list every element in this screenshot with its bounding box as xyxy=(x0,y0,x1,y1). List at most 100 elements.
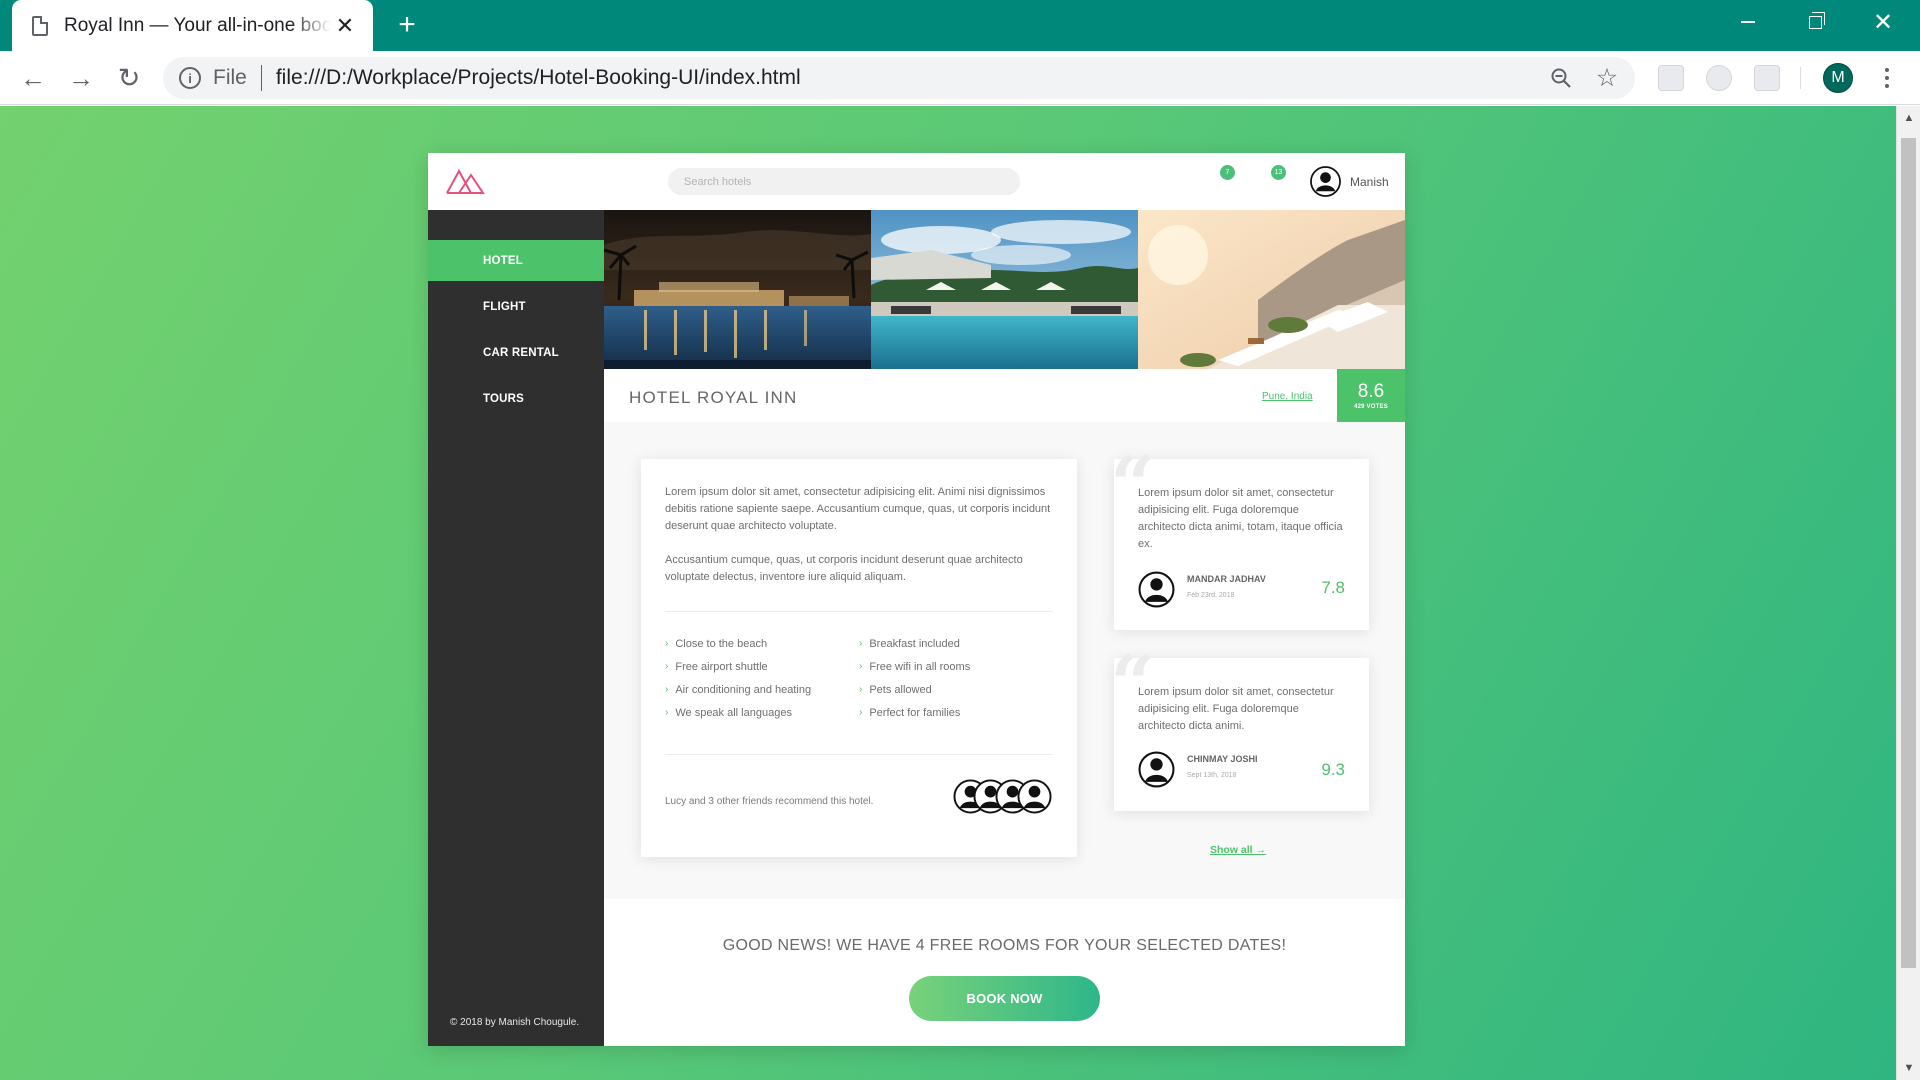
chevron-right-icon: › xyxy=(859,707,863,718)
site-info-icon[interactable]: i xyxy=(179,67,201,89)
search-hotels-input[interactable] xyxy=(668,168,1020,195)
rating-votes: 429 VOTES xyxy=(1354,403,1388,410)
divider xyxy=(665,611,1053,612)
review-text: Lorem ipsum dolor sit amet, consectetur … xyxy=(1138,686,1334,732)
scrollbar-thumb[interactable] xyxy=(1901,138,1916,968)
address-bar[interactable]: i File file:///D:/Workplace/Projects/Hot… xyxy=(163,57,1635,99)
forward-arrow-icon[interactable]: → xyxy=(64,61,98,95)
reviewer-avatar-icon[interactable] xyxy=(1138,751,1175,788)
menu-dot xyxy=(1885,76,1889,80)
extension-icon[interactable] xyxy=(1754,65,1780,91)
user-avatar-icon[interactable] xyxy=(1310,166,1341,197)
amenity-item: › We speak all languages xyxy=(665,704,859,721)
chevron-right-icon: › xyxy=(859,638,863,649)
review-score: 9.3 xyxy=(1321,760,1345,779)
browser-menu-icon[interactable] xyxy=(1872,63,1902,93)
amenities-list: › Close to the beach › Breakfast included … xyxy=(665,635,1053,721)
scroll-down-arrow-icon[interactable]: ▼ xyxy=(1897,1058,1920,1078)
sidebar-item-hotel[interactable]: HOTEL xyxy=(428,240,604,281)
new-tab-button[interactable]: + xyxy=(390,8,424,42)
friends-recommendation-text: Lucy and 3 other friends recommend this … xyxy=(665,796,874,807)
url-text[interactable]: file:///D:/Workplace/Projects/Hotel-Book… xyxy=(276,66,1543,90)
scroll-up-arrow-icon[interactable]: ▲ xyxy=(1897,108,1920,128)
back-arrow-icon[interactable]: ← xyxy=(16,61,50,95)
reviewer-avatar-icon[interactable] xyxy=(1138,571,1175,608)
hotel-photo-cliffside[interactable] xyxy=(1138,210,1405,369)
reviewer-name: MANDAR JADHAV xyxy=(1187,574,1266,584)
message-badge[interactable]: 13 xyxy=(1271,165,1286,180)
main-content: HOTEL ROYAL INN Pune, India 8.6 429 VOTE… xyxy=(604,210,1405,1046)
photo-gallery xyxy=(604,210,1405,369)
close-tab-icon[interactable]: ✕ xyxy=(331,12,359,40)
amenity-item: › Close to the beach xyxy=(665,635,859,652)
page-icon xyxy=(32,15,48,36)
restore-window-button[interactable] xyxy=(1782,0,1848,44)
hotel-photo-day-pool[interactable] xyxy=(871,210,1138,369)
browser-toolbar: ← → ↻ i File file:///D:/Workplace/Projec… xyxy=(0,51,1920,105)
amenity-label: Breakfast included xyxy=(869,637,960,650)
hotel-photo-night-pool[interactable] xyxy=(604,210,871,369)
amenity-item: › Pets allowed xyxy=(859,681,1053,698)
amenity-item: › Breakfast included xyxy=(859,635,1053,652)
sidebar-item-car-rental[interactable]: CAR RENTAL xyxy=(428,332,604,373)
copyright-text: © 2018 by Manish Chougule. xyxy=(450,1017,580,1028)
amenity-label: Air conditioning and heating xyxy=(675,683,812,696)
minimize-window-button[interactable] xyxy=(1715,0,1781,44)
zoom-out-magnifier-icon xyxy=(1551,68,1571,88)
browser-tab[interactable]: Royal Inn — Your all-in-one booking ✕ xyxy=(12,0,373,51)
user-name[interactable]: Manish xyxy=(1350,175,1389,189)
hotel-title-bar: HOTEL ROYAL INN Pune, India 8.6 429 VOTE… xyxy=(604,369,1405,422)
friends-avatars[interactable] xyxy=(953,779,1053,815)
minimize-icon xyxy=(1741,21,1755,23)
amenity-label: Perfect for families xyxy=(869,706,961,719)
reload-icon[interactable]: ↻ xyxy=(112,61,146,95)
notification-badge[interactable]: 7 xyxy=(1220,165,1235,180)
book-now-button[interactable]: BOOK NOW xyxy=(909,976,1100,1021)
toolbar-divider xyxy=(1800,67,1801,89)
amenity-label: Pets allowed xyxy=(869,683,932,696)
sidebar-item-flight[interactable]: FLIGHT xyxy=(428,286,604,327)
browser-title-bar: Royal Inn — Your all-in-one booking ✕ + … xyxy=(0,0,1920,51)
address-divider xyxy=(260,65,262,91)
day-pool-image xyxy=(871,210,1138,369)
bookmark-star-icon[interactable]: ☆ xyxy=(1589,60,1625,96)
chevron-right-icon: › xyxy=(665,638,669,649)
menu-dot xyxy=(1885,68,1889,72)
extension-icon[interactable] xyxy=(1706,65,1732,91)
hotel-name: HOTEL ROYAL INN xyxy=(629,388,798,407)
review-card: “ Lorem ipsum dolor sit amet, consectetu… xyxy=(1110,646,1369,811)
availability-message: GOOD NEWS! WE HAVE 4 FREE ROOMS FOR YOUR… xyxy=(722,937,1287,954)
rating-score: 8.6 xyxy=(1357,380,1385,402)
amenity-item: › Air conditioning and heating xyxy=(665,681,859,698)
profile-avatar-button[interactable]: M xyxy=(1823,63,1853,93)
reviewer-name: CHINMAY JOSHI xyxy=(1187,754,1258,764)
friend-avatar-icon[interactable] xyxy=(1017,779,1052,814)
review-card: “ Lorem ipsum dolor sit amet, consectetu… xyxy=(1110,447,1369,630)
close-window-button[interactable]: ✕ xyxy=(1850,0,1916,44)
scheme-label: File xyxy=(213,66,247,89)
page-viewport: 7 13 Manish HOTEL FLIGHT CAR RENTAL TOUR… xyxy=(0,106,1896,1080)
review-date: Sept 13th, 2018 xyxy=(1187,772,1237,779)
hotel-description-card: Lorem ipsum dolor sit amet, consectetur … xyxy=(641,459,1077,857)
page-scrollbar[interactable]: ▲ ▼ xyxy=(1896,106,1920,1080)
tab-title: Royal Inn — Your all-in-one booking xyxy=(64,14,331,36)
cliffside-terrace-image xyxy=(1138,210,1405,369)
sidebar: HOTEL FLIGHT CAR RENTAL TOURS © 2018 by … xyxy=(428,210,604,1046)
hotel-app-card: 7 13 Manish HOTEL FLIGHT CAR RENTAL TOUR… xyxy=(428,153,1405,1046)
review-score: 7.8 xyxy=(1321,578,1345,597)
extension-icon[interactable] xyxy=(1658,65,1684,91)
chevron-right-icon: › xyxy=(665,707,669,718)
hotel-rating-badge: 8.6 429 VOTES xyxy=(1337,369,1405,422)
chevron-right-icon: › xyxy=(665,661,669,672)
amenity-item: › Free wifi in all rooms xyxy=(859,658,1053,675)
zoom-icon[interactable] xyxy=(1543,60,1579,96)
description-paragraph: Accusantium cumque, quas, ut corporis in… xyxy=(665,554,1023,583)
hotel-location-link[interactable]: Pune, India xyxy=(1262,391,1313,402)
sidebar-item-tours[interactable]: TOURS xyxy=(428,378,604,419)
amenity-label: Free wifi in all rooms xyxy=(869,660,971,673)
show-all-reviews-link[interactable]: Show all → xyxy=(1210,844,1266,856)
brand-logo-icon[interactable] xyxy=(445,166,485,196)
description-paragraph: Lorem ipsum dolor sit amet, consectetur … xyxy=(665,486,1051,532)
amenity-label: We speak all languages xyxy=(675,706,792,719)
review-date: Feb 23rd, 2018 xyxy=(1187,592,1235,599)
